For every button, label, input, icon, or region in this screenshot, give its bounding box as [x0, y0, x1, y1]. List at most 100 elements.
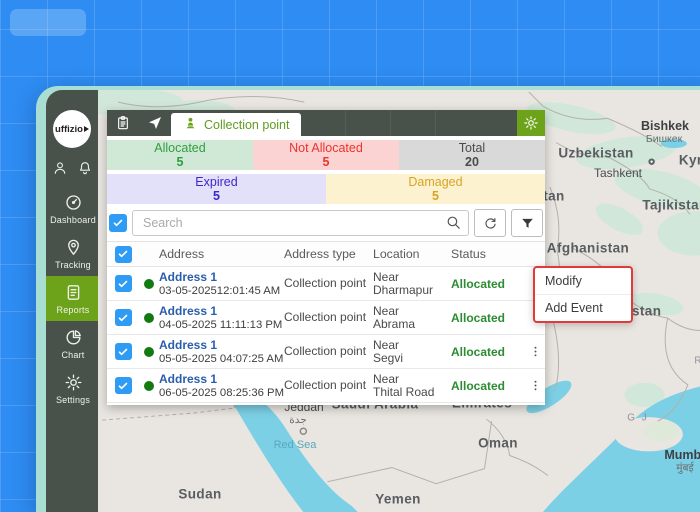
address-link[interactable]: Address 1: [159, 338, 284, 352]
address-type-cell: Collection point: [284, 311, 373, 324]
sidebar: uffizio Dashboard Tracking Reports ChartSet…: [46, 90, 98, 512]
background-grid-chip: [10, 9, 86, 36]
map-canvas[interactable]: UzbekistanTashkentBishkekБишкекKyrgTajik…: [98, 90, 700, 512]
row-checkbox-cell: [107, 377, 139, 394]
row-checkbox-cell: [107, 309, 139, 326]
map-label-country: Afghanistan: [547, 241, 629, 256]
column-header-address[interactable]: Address: [159, 247, 284, 261]
table-header: AddressAddress typeLocationStatus: [107, 241, 545, 267]
status-cell: Allocated: [451, 379, 526, 393]
context-menu-item-modify[interactable]: Modify: [535, 268, 631, 294]
address-link[interactable]: Address 1: [159, 304, 284, 318]
card-label: Damaged: [408, 175, 462, 189]
bell-icon[interactable]: [77, 160, 93, 176]
map-label-country: Oman: [478, 436, 518, 451]
tab-slot-divider: [391, 110, 436, 136]
panel-settings-button[interactable]: [517, 110, 545, 136]
summary-card-total: Total20: [399, 140, 545, 170]
row-checkbox-cell: [107, 275, 139, 292]
person-icon[interactable]: [52, 160, 68, 176]
address-datetime: 04-05-2025 11:11:13 PM: [159, 319, 284, 331]
sidebar-top-icons: [52, 160, 93, 176]
context-menu-item-add-event[interactable]: Add Event: [535, 294, 631, 321]
row-checkbox[interactable]: [115, 377, 132, 394]
row-dot-cell: [139, 279, 159, 289]
app-window-inner: uffizio Dashboard Tracking Reports ChartSet…: [46, 90, 700, 512]
row-checkbox-cell: [107, 343, 139, 360]
filter-button[interactable]: [511, 209, 543, 237]
search-icon[interactable]: [445, 214, 462, 231]
column-header-location[interactable]: Location: [373, 247, 451, 261]
sidebar-item-settings[interactable]: Settings: [46, 366, 100, 411]
card-label: Expired: [195, 175, 237, 189]
tab-collection-point[interactable]: Collection point: [171, 113, 301, 136]
summary-cards-row-1: Allocated5Not Allocated5Total20: [107, 140, 545, 170]
status-dot: [144, 279, 154, 289]
map-label-city: Tashkent: [594, 166, 642, 180]
row-menu-button[interactable]: [526, 369, 545, 402]
map-label-country: Yemen: [375, 492, 421, 507]
table-row[interactable]: Address 103-05-202512:01:45 AMCollection…: [107, 267, 545, 301]
location-cell: NearDharmapur: [373, 271, 451, 297]
collection-point-icon: [183, 116, 198, 134]
address-datetime: 05-05-2025 04:07:25 AM: [159, 353, 284, 365]
header-select-all-checkbox[interactable]: [115, 246, 132, 263]
tab-slot-divider: [301, 110, 346, 136]
sidebar-item-tracking[interactable]: Tracking: [46, 231, 100, 276]
sidebar-item-chart[interactable]: Chart: [46, 321, 100, 366]
address-datetime: 03-05-202512:01:45 AM: [159, 285, 284, 297]
status-cell: Allocated: [451, 277, 526, 291]
column-header-address-type[interactable]: Address type: [284, 247, 373, 261]
pie-chart-icon: [47, 328, 99, 347]
summary-card-allocated: Allocated5: [107, 140, 253, 170]
address-cell: Address 104-05-2025 11:11:13 PM: [159, 304, 284, 331]
summary-card-expired: Expired5: [107, 174, 326, 204]
header-checkbox-cell: [107, 246, 139, 263]
summary-card-damaged: Damaged5: [326, 174, 545, 204]
sidebar-item-label: Reports: [47, 305, 99, 315]
uffizio-logo[interactable]: uffizio: [53, 110, 91, 148]
map-label-country: Tajikistan: [642, 198, 700, 213]
card-value: 5: [432, 189, 439, 203]
row-checkbox[interactable]: [115, 309, 132, 326]
card-value: 20: [465, 155, 479, 169]
sidebar-item-label: Tracking: [47, 260, 99, 270]
map-label-country: Kyrg: [679, 153, 700, 168]
address-type-cell: Collection point: [284, 345, 373, 358]
map-label-country: Uzbekistan: [558, 146, 633, 161]
map-label-region: R: [694, 356, 700, 367]
address-cell: Address 105-05-2025 04:07:25 AM: [159, 338, 284, 365]
report-doc-icon: [47, 283, 99, 302]
table-body: Address 103-05-202512:01:45 AMCollection…: [107, 267, 545, 403]
location-pin-icon: [47, 238, 99, 257]
table-row[interactable]: Address 104-05-2025 11:11:13 PMCollectio…: [107, 301, 545, 335]
column-header-status[interactable]: Status: [451, 247, 526, 261]
sidebar-item-reports[interactable]: Reports: [46, 276, 100, 321]
gear-icon: [47, 373, 99, 392]
row-checkbox[interactable]: [115, 275, 132, 292]
sidebar-item-dashboard[interactable]: Dashboard: [46, 186, 100, 231]
status-dot: [144, 381, 154, 391]
speedometer-icon: [47, 193, 99, 212]
table-row[interactable]: Address 105-05-2025 04:07:25 AMCollectio…: [107, 335, 545, 369]
row-dot-cell: [139, 313, 159, 323]
row-checkbox[interactable]: [115, 343, 132, 360]
search-input[interactable]: [132, 210, 469, 236]
address-link[interactable]: Address 1: [159, 270, 284, 284]
status-cell: Allocated: [451, 345, 526, 359]
tab-slot-divider: [346, 110, 391, 136]
address-link[interactable]: Address 1: [159, 372, 284, 386]
sidebar-items: Dashboard Tracking Reports ChartSettings: [46, 186, 98, 411]
navigation-arrow-icon[interactable]: [139, 110, 171, 136]
address-cell: Address 103-05-202512:01:45 AM: [159, 270, 284, 297]
status-dot: [144, 347, 154, 357]
row-menu-button[interactable]: [526, 335, 545, 368]
address-type-cell: Collection point: [284, 379, 373, 392]
clipboard-icon[interactable]: [107, 110, 139, 136]
map-label-city-bold: Mumbai: [664, 448, 700, 462]
refresh-button[interactable]: [474, 209, 506, 237]
status-dot: [144, 313, 154, 323]
table-row[interactable]: Address 106-05-2025 08:25:36 PMCollectio…: [107, 369, 545, 403]
address-type-cell: Collection point: [284, 277, 373, 290]
select-all-checkbox[interactable]: [109, 214, 127, 232]
